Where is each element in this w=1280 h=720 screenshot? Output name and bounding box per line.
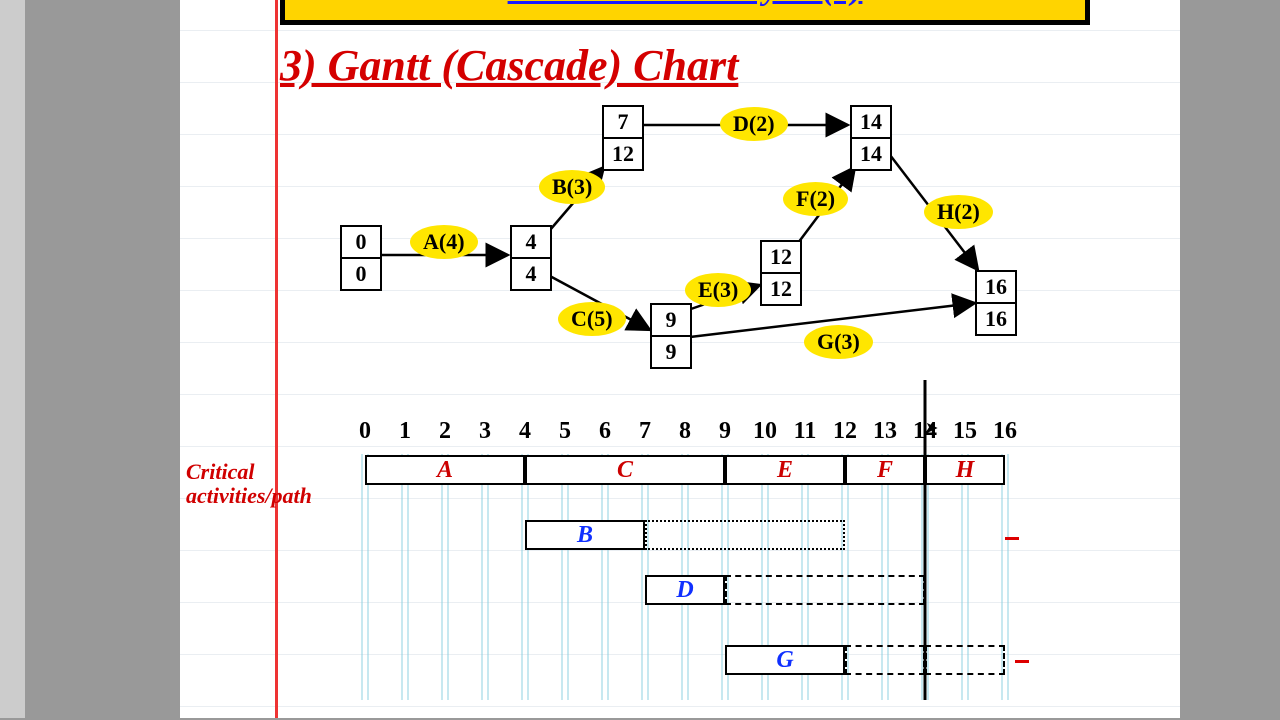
gantt-float-G bbox=[845, 645, 925, 675]
axis-tick-7: 7 bbox=[639, 418, 651, 445]
slide-title-box: Critical Path Analysis (3) bbox=[280, 0, 1090, 25]
slide-title: Critical Path Analysis (3) bbox=[285, 0, 1085, 8]
network-node-n2: 712 bbox=[602, 105, 644, 171]
gantt-float-G bbox=[925, 645, 1005, 675]
axis-tick-16: 16 bbox=[993, 418, 1017, 445]
gantt-float-B bbox=[645, 520, 845, 550]
axis-tick-1: 1 bbox=[399, 418, 411, 445]
network-node-n1: 44 bbox=[510, 225, 552, 291]
page-gutter bbox=[0, 0, 25, 718]
axis-tick-10: 10 bbox=[753, 418, 777, 445]
gantt-bar-E: E bbox=[725, 455, 845, 485]
axis-tick-0: 0 bbox=[359, 418, 371, 445]
activity-label-B: B(3) bbox=[539, 170, 605, 204]
gantt-bar-G: G bbox=[725, 645, 845, 675]
gantt-bar-F: F bbox=[845, 455, 925, 485]
axis-tick-5: 5 bbox=[559, 418, 571, 445]
gantt-bar-B: B bbox=[525, 520, 645, 550]
gantt-bar-C: C bbox=[525, 455, 725, 485]
network-node-n6: 1616 bbox=[975, 270, 1017, 336]
axis-tick-13: 13 bbox=[873, 418, 897, 445]
network-node-n4: 1212 bbox=[760, 240, 802, 306]
axis-tick-15: 15 bbox=[953, 418, 977, 445]
axis-tick-3: 3 bbox=[479, 418, 491, 445]
axis-tick-12: 12 bbox=[833, 418, 857, 445]
notebook-sheet: Critical Path Analysis (3) 3) Gantt (Cas… bbox=[180, 0, 1180, 718]
mouse-cursor-icon: ➤ bbox=[925, 418, 938, 438]
activity-label-F: F(2) bbox=[783, 182, 848, 216]
annotation-critical-path: Critical activities/path bbox=[186, 460, 326, 508]
section-heading: 3) Gantt (Cascade) Chart bbox=[280, 40, 738, 91]
activity-label-G: G(3) bbox=[804, 325, 873, 359]
activity-label-C: C(5) bbox=[558, 302, 626, 336]
scribble-mark bbox=[1015, 660, 1029, 663]
gantt-float-D bbox=[725, 575, 925, 605]
axis-tick-2: 2 bbox=[439, 418, 451, 445]
activity-label-E: E(3) bbox=[685, 273, 751, 307]
activity-label-A: A(4) bbox=[410, 225, 478, 259]
axis-tick-4: 4 bbox=[519, 418, 531, 445]
gantt-bar-D: D bbox=[645, 575, 725, 605]
activity-label-H: H(2) bbox=[924, 195, 993, 229]
axis-tick-6: 6 bbox=[599, 418, 611, 445]
axis-tick-11: 11 bbox=[794, 418, 817, 445]
gantt-chart: 012345678910111213141516ACEFHBDG bbox=[365, 420, 1045, 710]
margin-rule bbox=[275, 0, 278, 718]
network-diagram: 00 44 712 99 1212 1414 1616 A(4) B(3) C(5) D(2) E(3… bbox=[330, 95, 1050, 385]
axis-tick-9: 9 bbox=[719, 418, 731, 445]
network-node-n0: 00 bbox=[340, 225, 382, 291]
network-node-n5: 1414 bbox=[850, 105, 892, 171]
axis-tick-8: 8 bbox=[679, 418, 691, 445]
gantt-bar-A: A bbox=[365, 455, 525, 485]
scribble-mark bbox=[1005, 537, 1019, 540]
network-node-n3: 99 bbox=[650, 303, 692, 369]
gantt-bar-H: H bbox=[925, 455, 1005, 485]
activity-label-D: D(2) bbox=[720, 107, 788, 141]
